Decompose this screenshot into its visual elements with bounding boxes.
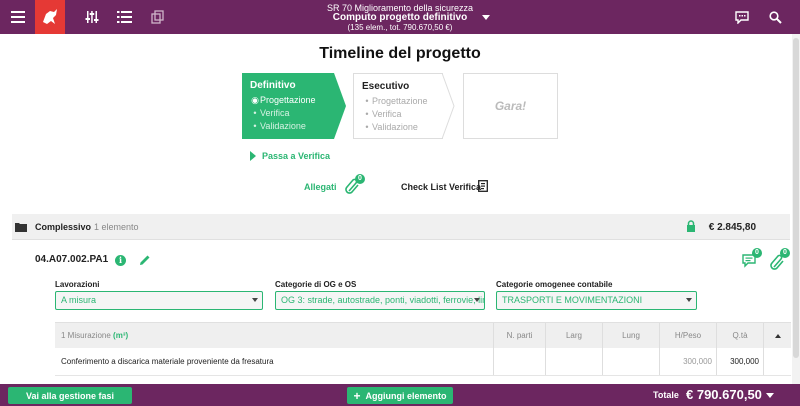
attachments-count-badge: 0 — [780, 248, 790, 258]
passa-a-verifica-link[interactable]: Passa a Verifica — [250, 151, 330, 161]
row-actions-cell — [763, 348, 791, 375]
checklist-icon[interactable] — [478, 180, 488, 195]
document-title: Computo progetto definitivo — [332, 12, 468, 23]
play-icon — [250, 151, 256, 161]
top-bar: SR 70 Miglioramento della sicurezza Comp… — [0, 0, 800, 34]
step-title: Gara! — [494, 99, 527, 113]
app-logo — [35, 0, 65, 34]
paperclip-icon[interactable]: 0 — [770, 248, 790, 273]
lavorazioni-select[interactable]: A misura — [55, 291, 263, 310]
step-item-verifica[interactable]: • Verifica — [250, 107, 326, 120]
comment-icon[interactable]: 0 — [742, 248, 762, 271]
categorie-og-os-field: Categorie di OG e OS OG 3: strade, autos… — [275, 280, 485, 310]
sort-button[interactable] — [763, 323, 791, 348]
page-title: Timeline del progetto — [319, 45, 481, 62]
bullet-icon: • — [253, 121, 257, 131]
step-item-progettazione[interactable]: ◉Progettazione — [250, 94, 326, 107]
column-header-lung: Lung — [602, 323, 659, 348]
row-description[interactable]: Conferimento a discarica materiale prove… — [61, 348, 491, 375]
lock-icon[interactable] — [686, 220, 696, 235]
timeline-arrow — [442, 73, 455, 139]
total-value: € 790.670,50 — [686, 387, 762, 402]
plus-icon: + — [353, 388, 361, 403]
document-meta: (135 elem., tot. 790.670,50 €) — [347, 23, 453, 32]
column-header-n-parti: N. parti — [493, 323, 545, 348]
paperclip-icon[interactable]: 0 — [345, 174, 365, 197]
add-element-button[interactable]: + Aggiungi elemento — [347, 387, 453, 404]
chevron-down-icon — [686, 298, 692, 302]
step-title: Definitivo — [250, 80, 296, 91]
chevron-down-icon[interactable] — [766, 393, 774, 398]
step-item-progettazione[interactable]: • Progettazione — [362, 95, 435, 108]
sliders-icon[interactable] — [84, 0, 100, 34]
complessivo-group-bar[interactable]: Complessivo 1 elemento € 2.845,80 — [12, 214, 790, 240]
radio-selected-icon: ◉ — [251, 95, 259, 105]
step-item-validazione[interactable]: • Validazione — [250, 120, 326, 133]
menu-icon[interactable] — [8, 0, 28, 34]
field-label: Lavorazioni — [55, 280, 100, 289]
column-header-larg: Larg — [545, 323, 602, 348]
sort-up-icon — [774, 333, 781, 338]
attachments-count-badge: 0 — [355, 174, 365, 184]
stack-icon[interactable] — [150, 0, 166, 34]
bullet-icon: • — [365, 122, 369, 132]
column-header-h-peso: H/Peso — [659, 323, 716, 348]
step-item-verifica[interactable]: • Verifica — [362, 108, 435, 121]
bullet-icon: • — [253, 108, 257, 118]
table-header: 1 Misurazione (m³) N. parti Larg Lung H/… — [55, 322, 791, 348]
chevron-down-icon — [474, 298, 480, 302]
column-header-qta: Q.tà — [716, 323, 763, 348]
allegati-link[interactable]: Allegati — [304, 182, 337, 192]
field-label: Categorie di OG e OS — [275, 280, 357, 289]
chevron-down-icon — [252, 298, 258, 302]
timeline-arrow — [334, 73, 346, 139]
cell-n-parti[interactable] — [493, 348, 545, 375]
checklist-verifica-link[interactable]: Check List Verifica — [401, 182, 481, 192]
element-code: 04.A07.002.PA1 — [35, 254, 109, 265]
misurazioni-table: 1 Misurazione (m³) N. parti Larg Lung H/… — [55, 322, 791, 376]
misurazione-header: 1 Misurazione (m³) — [61, 331, 129, 340]
total-label: Totale — [653, 390, 679, 400]
scrollbar-thumb[interactable] — [793, 38, 799, 358]
categorie-omogenee-select[interactable]: TRASPORTI E MOVIMENTAZIONI — [496, 291, 697, 310]
scrollbar[interactable] — [792, 34, 800, 384]
bullet-icon: • — [365, 109, 369, 119]
timeline-step-esecutivo[interactable]: Esecutivo • Progettazione • Verifica • Vali… — [353, 73, 443, 139]
step-title: Esecutivo — [362, 81, 410, 92]
group-count: 1 elemento — [94, 222, 139, 232]
group-label: Complessivo — [35, 222, 92, 232]
chevron-down-icon[interactable] — [480, 0, 492, 34]
bottom-bar: Vai alla gestione fasi + Aggiungi elemen… — [0, 384, 800, 406]
cell-larg[interactable] — [545, 348, 602, 375]
group-total: € 2.845,80 — [708, 222, 756, 233]
step-item-validazione[interactable]: • Validazione — [362, 121, 435, 134]
cell-lung[interactable] — [602, 348, 659, 375]
table-row[interactable]: Conferimento a discarica materiale prove… — [55, 348, 791, 376]
timeline-step-definitivo[interactable]: Definitivo ◉Progettazione • Verifica • Val… — [242, 73, 334, 139]
pencil-icon[interactable] — [139, 254, 151, 269]
categorie-omogenee-field: Categorie omogenee contabile TRASPORTI E… — [496, 280, 697, 310]
bullet-icon: • — [365, 96, 369, 106]
comments-count-badge: 0 — [752, 248, 762, 258]
lavorazioni-field: Lavorazioni A misura — [55, 280, 263, 310]
categorie-og-os-select[interactable]: OG 3: strade, autostrade, ponti, viadott… — [275, 291, 485, 310]
field-label: Categorie omogenee contabile — [496, 280, 613, 289]
search-icon[interactable] — [767, 0, 783, 34]
document-title-block[interactable]: SR 70 Miglioramento della sicurezza Comp… — [300, 3, 500, 33]
cell-h-peso[interactable]: 300,000 — [659, 348, 716, 375]
folder-icon — [15, 222, 27, 235]
timeline-step-gara[interactable]: Gara! — [463, 73, 558, 139]
info-icon[interactable]: i — [115, 255, 126, 266]
chat-icon[interactable] — [734, 0, 750, 34]
gestione-fasi-button[interactable]: Vai alla gestione fasi — [8, 387, 132, 404]
list-icon[interactable] — [116, 0, 132, 34]
cell-qta: 300,000 — [716, 348, 763, 375]
